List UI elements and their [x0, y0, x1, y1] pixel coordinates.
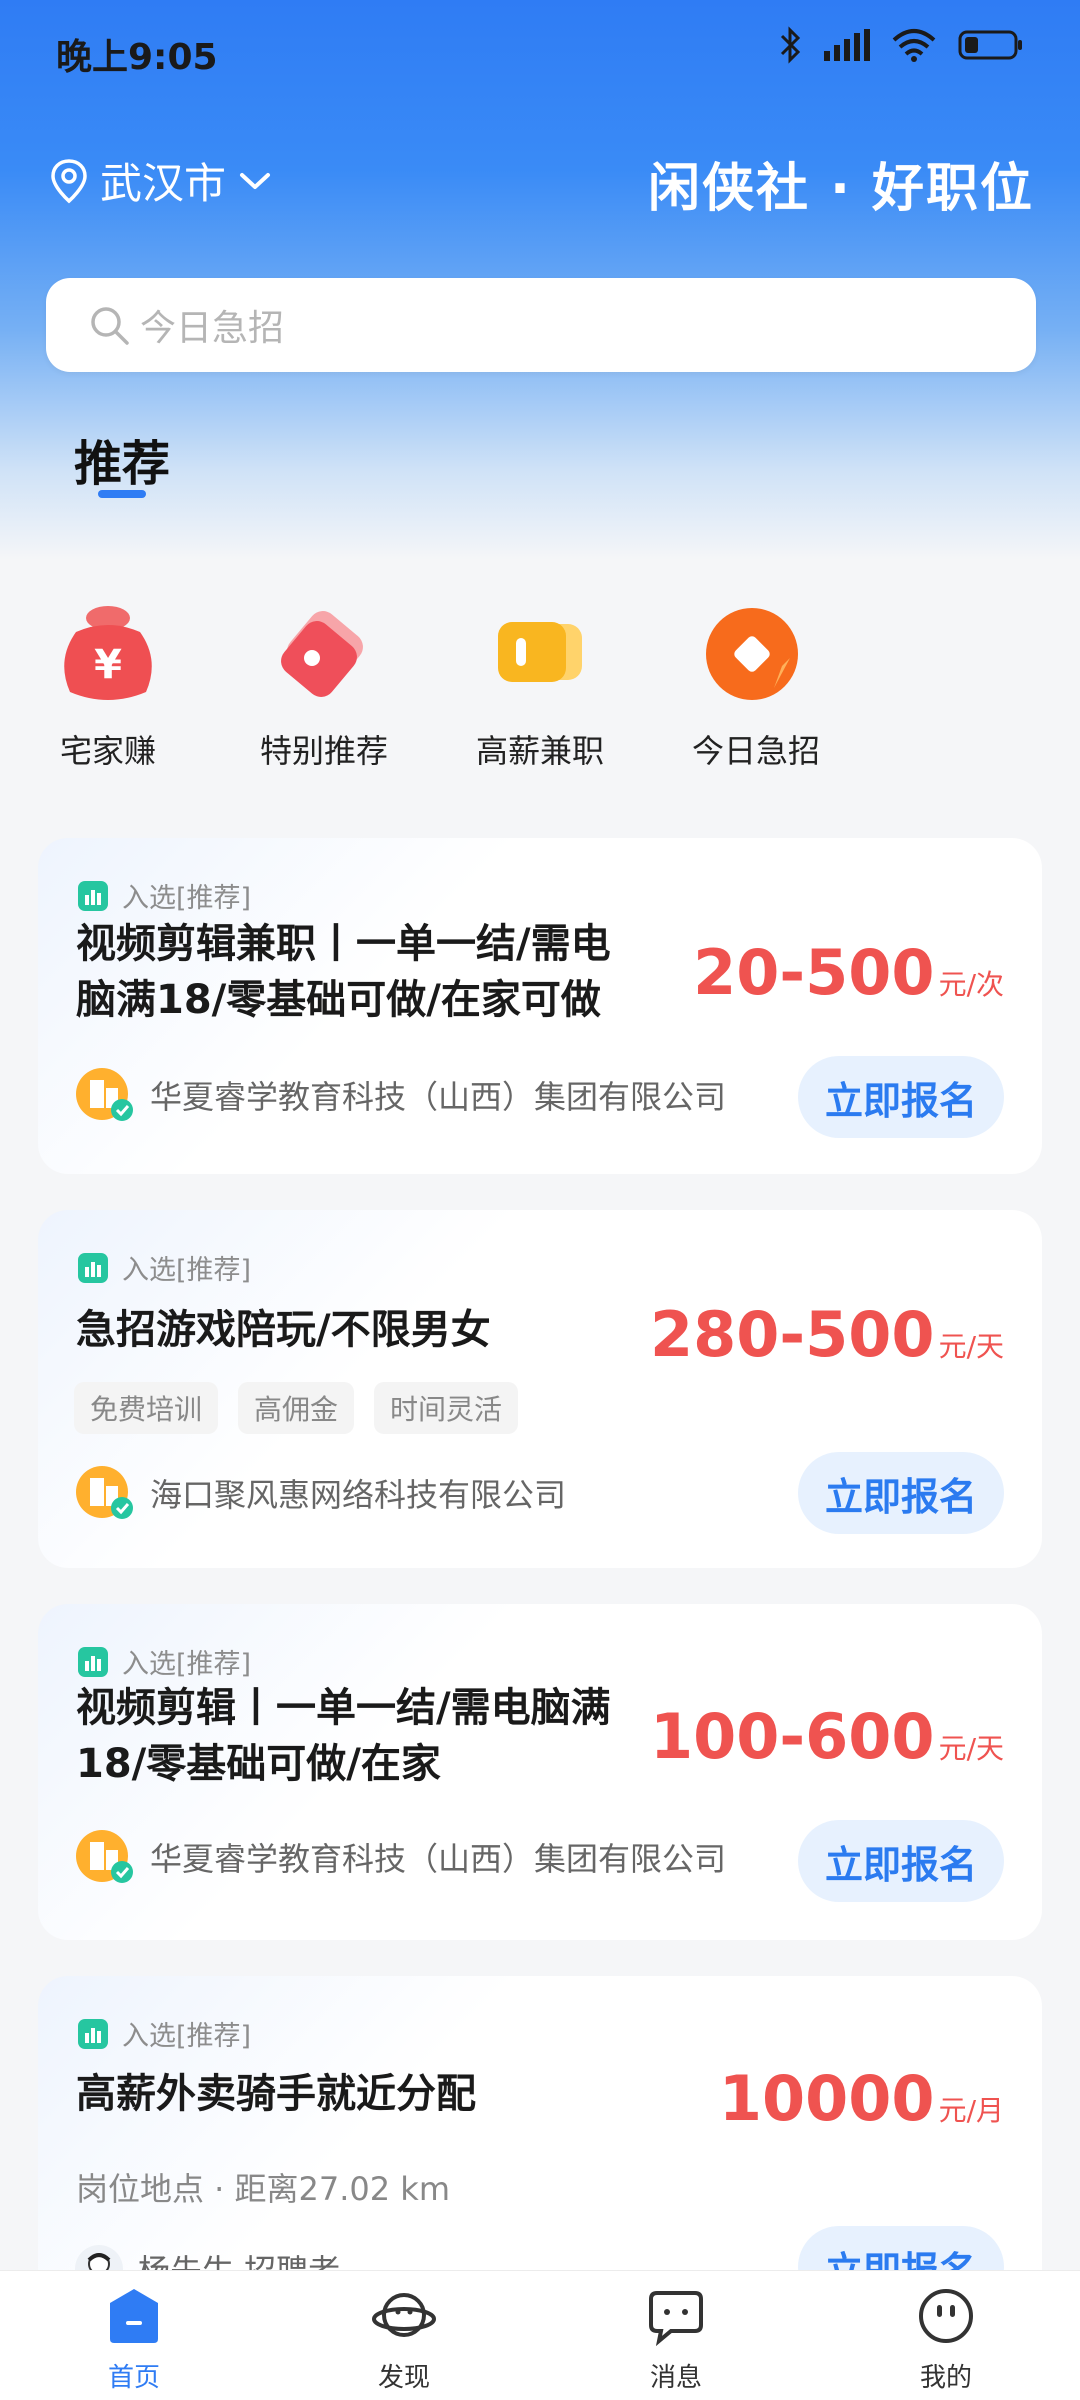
status-bar: 晚上9:05	[0, 0, 1080, 100]
apply-button[interactable]: 立即报名	[798, 1820, 1004, 1902]
nav-messages[interactable]: 消息	[606, 2285, 746, 2394]
job-badge: 入选[推荐]	[78, 2014, 251, 2053]
tab-recommend[interactable]: 推荐	[74, 424, 170, 494]
job-title: 视频剪辑兼职丨一单一结/需电 脑满18/零基础可做/在家可做	[76, 921, 611, 1023]
planet-icon	[372, 2293, 436, 2337]
city-selector[interactable]: 武汉市	[50, 150, 272, 211]
badge-text: 入选[推荐]	[122, 883, 252, 914]
job-title: 高薪外卖骑手就近分配	[76, 2071, 476, 2117]
chart-badge-icon	[78, 1646, 108, 1677]
category-urgent[interactable]: 今日急招	[656, 600, 856, 772]
job-card[interactable]: 入选[推荐] 视频剪辑丨一单一结/需电脑满 18/零基础可做/在家 100-60…	[38, 1604, 1042, 1940]
job-tag: 免费培训	[74, 1382, 219, 1434]
category-row: ¥ 宅家赚 特别推荐 高薪兼职 今日急招	[0, 600, 1080, 780]
apply-button[interactable]: 立即报名	[798, 1452, 1004, 1534]
company-info: 华夏睿学教育科技（山西）集团有限公司	[74, 1064, 726, 1126]
job-salary: 10000 元/月	[718, 2062, 1004, 2135]
nav-label: 发现	[377, 2363, 430, 2393]
company-logo-icon	[76, 1830, 133, 1883]
profile-icon	[919, 2289, 973, 2343]
company-name: 华夏睿学教育科技（山西）集团有限公司	[150, 1078, 727, 1116]
nav-home[interactable]: 首页	[64, 2285, 204, 2394]
search-icon	[91, 307, 129, 345]
money-bag-icon: ¥	[48, 600, 168, 710]
job-title: 急招游戏陪玩/不限男女	[76, 1307, 491, 1353]
apply-button[interactable]: 立即报名	[798, 1056, 1004, 1138]
category-label: 特别推荐	[259, 732, 388, 770]
job-card[interactable]: 入选[推荐] 视频剪辑兼职丨一单一结/需电 脑满18/零基础可做/在家可做 20…	[38, 838, 1042, 1174]
signal-icon	[824, 29, 870, 61]
search-bar[interactable]: 今日急招	[46, 278, 1036, 372]
job-salary: 100-600 元/天	[649, 1700, 1004, 1773]
location-pin-icon	[51, 158, 87, 203]
job-salary: 20-500 元/次	[693, 936, 1004, 1009]
badge-text: 入选[推荐]	[122, 2021, 252, 2052]
status-icons	[778, 26, 1024, 64]
brand-title: 闲侠社 · 好职位	[648, 159, 1034, 219]
search-placeholder: 今日急招	[140, 308, 285, 349]
nav-discover[interactable]: 发现	[334, 2285, 474, 2394]
nav-label: 我的	[919, 2363, 972, 2393]
job-card[interactable]: 入选[推荐] 急招游戏陪玩/不限男女 280-500 元/天 免费培训 高佣金 时…	[38, 1210, 1042, 1568]
nav-label: 首页	[107, 2363, 160, 2393]
job-tags: 免费培训 高佣金 时间灵活	[74, 1382, 519, 1434]
category-label: 宅家赚	[59, 732, 156, 770]
job-badge: 入选[推荐]	[78, 1248, 251, 1287]
bottom-navigation: 首页 发现 消息 我的	[0, 2270, 1080, 2400]
home-icon	[110, 2289, 158, 2343]
chart-badge-icon	[78, 880, 108, 911]
badge-text: 入选[推荐]	[122, 1255, 252, 1286]
badge-text: 入选[推荐]	[122, 1649, 252, 1680]
status-time: 晚上9:05	[56, 37, 218, 78]
job-location: 岗位地点 · 距离27.02 km	[76, 2170, 451, 2208]
chat-icon	[649, 2291, 703, 2347]
tag-icon	[264, 600, 384, 710]
tab-indicator	[98, 490, 146, 498]
company-logo-icon	[76, 1068, 133, 1121]
chart-badge-icon	[78, 1252, 108, 1283]
company-info: 华夏睿学教育科技（山西）集团有限公司	[74, 1826, 726, 1888]
company-name: 海口聚风惠网络科技有限公司	[150, 1476, 567, 1514]
category-high-pay[interactable]: 高薪兼职	[440, 600, 640, 772]
bluetooth-icon	[780, 26, 801, 64]
category-label: 高薪兼职	[475, 732, 604, 770]
job-title: 视频剪辑丨一单一结/需电脑满 18/零基础可做/在家	[76, 1685, 611, 1787]
chevron-down-icon	[240, 172, 271, 189]
category-work-from-home[interactable]: ¥ 宅家赚	[8, 600, 208, 772]
battery-icon	[958, 30, 1022, 60]
job-badge: 入选[推荐]	[78, 1642, 251, 1681]
city-name: 武汉市	[100, 159, 227, 208]
company-name: 华夏睿学教育科技（山西）集团有限公司	[150, 1840, 727, 1878]
job-salary: 280-500 元/天	[649, 1298, 1004, 1371]
job-tag: 高佣金	[238, 1382, 355, 1434]
nav-label: 消息	[649, 2363, 702, 2393]
job-tag: 时间灵活	[374, 1382, 519, 1434]
nav-profile[interactable]: 我的	[876, 2285, 1016, 2394]
category-special[interactable]: 特别推荐	[224, 600, 424, 772]
wifi-icon	[892, 29, 936, 62]
chart-badge-icon	[78, 2018, 108, 2049]
job-badge: 入选[推荐]	[78, 876, 251, 915]
lightning-icon	[696, 600, 816, 710]
wallet-icon	[480, 600, 600, 710]
svg-text:¥: ¥	[94, 642, 122, 688]
company-info: 海口聚风惠网络科技有限公司	[74, 1462, 566, 1524]
company-logo-icon	[76, 1466, 133, 1519]
category-label: 今日急招	[691, 732, 820, 770]
